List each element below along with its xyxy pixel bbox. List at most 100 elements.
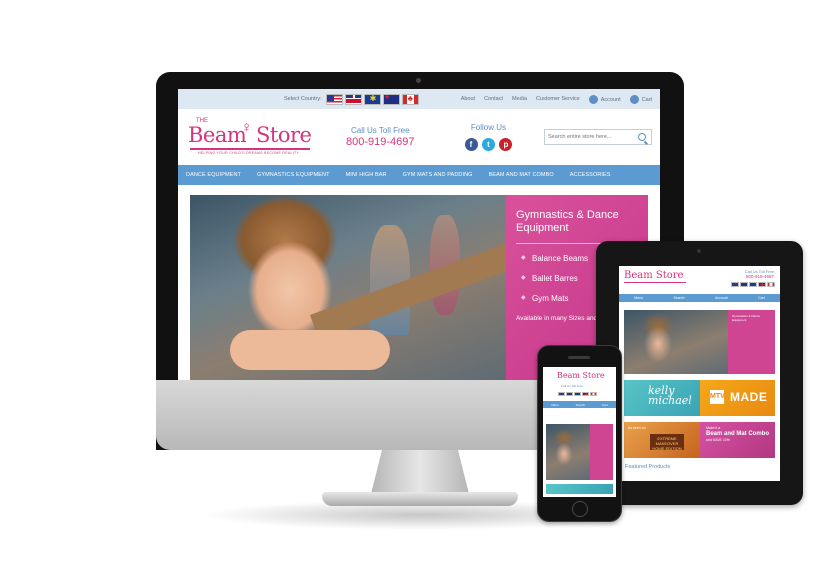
- flag-us-icon[interactable]: [731, 282, 739, 287]
- search-input[interactable]: [548, 134, 638, 140]
- tablet-banner-made: MTV MADE: [700, 380, 775, 416]
- phone-hero-photo: [546, 424, 590, 480]
- phone-hero-side: [590, 424, 613, 480]
- combo-text: Beam and Mat Combo: [706, 431, 770, 437]
- pinterest-icon[interactable]: p: [499, 137, 513, 151]
- cart-icon: [629, 94, 639, 104]
- nav-accessories[interactable]: ACCESSORIES: [570, 172, 611, 178]
- tablet-hero[interactable]: Gymnastics & Dance Equipment: [624, 310, 775, 374]
- flag-uk-icon[interactable]: [344, 93, 362, 105]
- tablet-banner-combo: Make it a Beam and Mat Combo and SAVE 10…: [700, 422, 775, 458]
- kelly-michael-text: kelly michael: [648, 384, 692, 407]
- tablet-flags: [731, 282, 775, 287]
- phone-nav: Menu Search Cart: [543, 401, 616, 408]
- tablet-banner-tv[interactable]: kelly michael MTV MADE: [624, 380, 775, 416]
- follow-us-label: Follow Us: [470, 122, 507, 132]
- site-logo[interactable]: THE Beam ♀ Store HELPING YOUR CHILD'S DR…: [186, 117, 314, 157]
- made-text: MADE: [730, 390, 768, 404]
- media-link[interactable]: Media: [512, 96, 527, 102]
- customer-service-link[interactable]: Customer Service: [536, 96, 580, 102]
- tablet-screen: Beam Store Call Us Toll Free 800-919-469…: [619, 266, 780, 481]
- mtv-logo: MTV: [710, 390, 725, 404]
- phone-logo[interactable]: Beam Store: [557, 371, 605, 380]
- tablet-logo-line: [624, 282, 686, 283]
- tablet-banner-kelly: kelly michael: [624, 380, 700, 416]
- facebook-icon[interactable]: f: [464, 137, 478, 151]
- flag-eu-icon[interactable]: [749, 282, 757, 287]
- flag-ca-icon[interactable]: [767, 282, 775, 287]
- flag-ca-icon[interactable]: [590, 392, 597, 396]
- nav-dance-equipment[interactable]: DANCE EQUIPMENT: [186, 172, 241, 178]
- phone-flags: [558, 392, 597, 396]
- tablet-nav-menu[interactable]: Menu: [634, 296, 643, 300]
- site-header: THE Beam ♀ Store HELPING YOUR CHILD'S DR…: [178, 109, 660, 165]
- toll-free-phone[interactable]: 800-919-4697: [346, 136, 415, 148]
- flag-us-icon[interactable]: [558, 392, 565, 396]
- tablet-nav-account[interactable]: Account: [715, 296, 728, 300]
- phone-hero[interactable]: [546, 424, 613, 480]
- tablet-toll-phone[interactable]: 800-919-4697: [745, 274, 774, 279]
- top-links: About Contact Media Customer Service Acc…: [461, 94, 652, 104]
- nav-gym-mats[interactable]: GYM MATS AND PADDING: [403, 172, 473, 178]
- logo-word-beam: Beam: [188, 123, 247, 147]
- flag-eu-icon[interactable]: [363, 93, 381, 105]
- nav-gymnastics-equipment[interactable]: GYMNASTICS EQUIPMENT: [257, 172, 330, 178]
- nav-mini-high-bar[interactable]: MINI HIGH BAR: [346, 172, 387, 178]
- search-icon[interactable]: [638, 133, 646, 141]
- logo-tagline: HELPING YOUR CHILD'S DREAMS BECOME REALI…: [198, 151, 300, 155]
- tablet-toll-free: Call Us Toll Free 800-919-4697: [745, 269, 774, 279]
- phone-nav-search[interactable]: Search: [576, 403, 586, 407]
- flag-us-icon[interactable]: [325, 93, 343, 105]
- flag-eu-icon[interactable]: [574, 392, 581, 396]
- phone-home-button: [572, 501, 588, 517]
- monitor-stand-base: [322, 492, 518, 506]
- tablet-logo[interactable]: Beam Store: [624, 270, 686, 283]
- hero-photo: [190, 195, 536, 380]
- save-text: and SAVE 10%: [706, 438, 730, 442]
- twitter-icon[interactable]: t: [481, 137, 495, 151]
- hero-photo-beam: [310, 236, 536, 340]
- top-bar: Select Country: About Contact Media Cust…: [178, 89, 660, 109]
- flag-ca-icon[interactable]: [401, 93, 419, 105]
- nav-beam-mat-combo[interactable]: BEAM AND MAT COMBO: [489, 172, 554, 178]
- logo-beam-line: [190, 148, 310, 150]
- gymnast-figure-icon: ♀: [241, 119, 253, 136]
- tablet-hero-side: Gymnastics & Dance Equipment: [728, 310, 775, 374]
- as-seen-on-text: As seen on: [628, 426, 646, 430]
- flag-au-icon[interactable]: [382, 93, 400, 105]
- select-country-label: Select Country:: [284, 96, 322, 102]
- follow-us: Follow Us f t p: [464, 122, 513, 152]
- tablet-logo-text: Beam Store: [624, 270, 684, 281]
- flag-au-icon[interactable]: [758, 282, 766, 287]
- main-nav: DANCE EQUIPMENT GYMNASTICS EQUIPMENT MIN…: [178, 165, 660, 185]
- tablet-banner-extreme: As seen on EXTREME MAKEOVER HOME EDITION: [624, 422, 700, 458]
- phone-speaker: [568, 356, 590, 359]
- phone-banner-strip: [546, 484, 613, 494]
- logo-word-store: Store: [256, 123, 312, 147]
- tablet-header: Beam Store Call Us Toll Free 800-919-469…: [619, 266, 780, 294]
- desktop-screen: Select Country: About Contact Media Cust…: [178, 89, 660, 380]
- tablet-nav-cart[interactable]: Cart: [758, 296, 765, 300]
- phone-toll-free: Call Us Toll Free: [561, 384, 583, 388]
- flag-uk-icon[interactable]: [740, 282, 748, 287]
- phone-nav-cart[interactable]: Cart: [602, 403, 608, 407]
- tablet-camera-icon: [697, 249, 701, 253]
- cart-link[interactable]: Cart: [629, 94, 652, 104]
- monitor-stand: [370, 450, 470, 498]
- responsive-mockup: Select Country: About Contact Media Cust…: [0, 0, 838, 576]
- flag-au-icon[interactable]: [582, 392, 589, 396]
- flag-uk-icon[interactable]: [566, 392, 573, 396]
- phone-nav-menu[interactable]: Menu: [551, 403, 559, 407]
- account-icon: [588, 94, 598, 104]
- hero-title: Gymnastics & Dance Equipment: [516, 209, 619, 234]
- about-link[interactable]: About: [461, 96, 475, 102]
- account-link[interactable]: Account: [588, 94, 621, 104]
- tablet-banner-promo[interactable]: As seen on EXTREME MAKEOVER HOME EDITION…: [624, 422, 775, 458]
- tablet-nav: Menu Search Account Cart: [619, 294, 780, 302]
- account-label: Account: [600, 96, 621, 103]
- tablet-nav-search[interactable]: Search: [673, 296, 684, 300]
- search-box: [544, 129, 652, 145]
- extreme-makeover-logo: EXTREME MAKEOVER HOME EDITION: [650, 434, 684, 451]
- toll-free: Call Us Toll Free 800-919-4697: [346, 126, 415, 148]
- contact-link[interactable]: Contact: [484, 96, 503, 102]
